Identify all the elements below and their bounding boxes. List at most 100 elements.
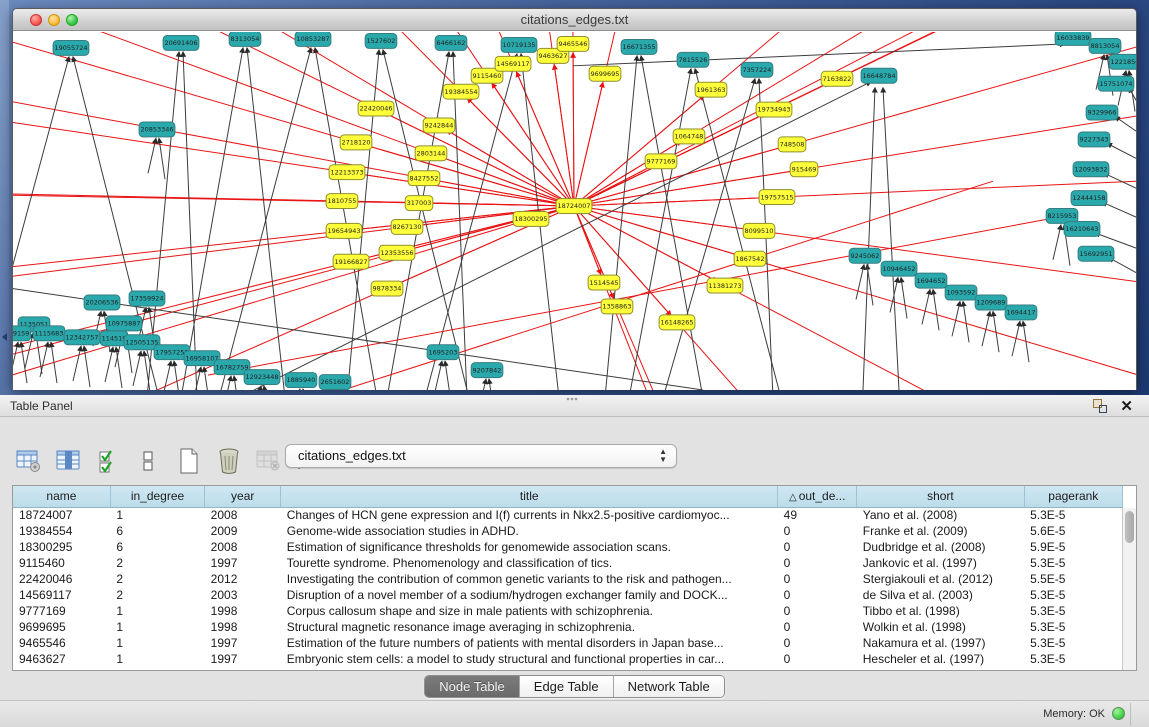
graph-node[interactable]: 9777169	[645, 154, 677, 169]
graph-node[interactable]: 16210643	[1064, 221, 1100, 236]
table-row[interactable]: 1830029562008Estimation of significance …	[13, 539, 1123, 555]
graph-node[interactable]: 9329966	[1086, 105, 1118, 120]
graph-node[interactable]: 10946452	[881, 261, 917, 276]
graph-node[interactable]: 16033839	[1055, 32, 1091, 45]
graph-node[interactable]: 12093832	[1073, 162, 1109, 177]
graph-node[interactable]: 915469	[790, 162, 818, 177]
scrollbar-thumb[interactable]	[1125, 511, 1134, 543]
graph-node[interactable]: 12218506	[1109, 54, 1136, 69]
citation-graph[interactable]: 1872400722420046271812012213373181075519…	[13, 32, 1136, 390]
graph-node[interactable]: 22420046	[358, 101, 394, 116]
table-row[interactable]: 911546021997Tourette syndrome. Phenomeno…	[13, 555, 1123, 571]
graph-node[interactable]: 12353556	[379, 245, 415, 260]
graph-node[interactable]: 18300295	[513, 211, 549, 226]
close-panel-icon[interactable]: ✕	[1120, 397, 1133, 415]
graph-node[interactable]: 8099510	[743, 223, 775, 238]
table-row[interactable]: 977716911998Corpus callosum shape and si…	[13, 603, 1123, 619]
graph-node[interactable]: 20853346	[139, 122, 175, 137]
tab-network-table[interactable]: Network Table	[614, 676, 724, 697]
graph-node[interactable]: 19384554	[443, 84, 479, 99]
create-column-button[interactable]	[174, 446, 204, 476]
graph-node[interactable]: 317003	[405, 196, 433, 211]
table-row[interactable]: 2242004622012Investigating the contribut…	[13, 571, 1123, 587]
graph-node[interactable]: 10853287	[295, 32, 331, 46]
graph-node[interactable]: 12444158	[1071, 191, 1107, 206]
graph-node[interactable]: 20206536	[84, 295, 120, 310]
graph-node[interactable]: 19757515	[759, 190, 795, 205]
graph-node[interactable]: 7357224	[741, 62, 773, 77]
graph-node[interactable]: 748508	[778, 137, 806, 152]
column-header-title[interactable]: title	[281, 486, 778, 507]
delete-table-button[interactable]	[254, 446, 284, 476]
graph-node[interactable]: 7815526	[677, 52, 709, 67]
graph-node[interactable]: 20691406	[163, 35, 199, 50]
graph-node[interactable]: 2803144	[415, 146, 447, 161]
table-row[interactable]: 946362711997Embryonic stem cells: a mode…	[13, 651, 1123, 667]
graph-node[interactable]: 1093592	[945, 285, 977, 300]
graph-node[interactable]: 8813054	[1089, 38, 1121, 53]
graph-node[interactable]: 17359924	[129, 291, 165, 306]
graph-node[interactable]: 16648784	[861, 68, 897, 83]
graph-node[interactable]: 2651602	[319, 375, 351, 390]
graph-node[interactable]: 19055724	[53, 40, 89, 55]
tab-node-table[interactable]: Node Table	[425, 676, 520, 697]
column-header-in_degree[interactable]: in_degree	[110, 486, 204, 507]
graph-node[interactable]: 8267130	[391, 219, 423, 234]
graph-node[interactable]: 9207842	[471, 363, 503, 378]
graph-node[interactable]: 1064748	[673, 129, 705, 144]
graph-node[interactable]: 14569117	[495, 56, 531, 71]
table-row[interactable]: 1938455462009Genome-wide association stu…	[13, 523, 1123, 539]
graph-node[interactable]: 10719135	[501, 37, 537, 52]
column-header-name[interactable]: name	[13, 486, 110, 507]
graph-node[interactable]: 1867542	[734, 251, 766, 266]
delete-column-button[interactable]	[214, 446, 244, 476]
graph-node[interactable]: 1961363	[695, 82, 727, 97]
graph-node[interactable]: 1358863	[601, 299, 633, 314]
graph-node[interactable]: 16671355	[621, 39, 657, 54]
graph-node[interactable]: 8313054	[229, 32, 261, 46]
panel-resize-handle[interactable]	[566, 397, 578, 401]
graph-node[interactable]: 9227343	[1078, 132, 1110, 147]
graph-node[interactable]: 6466162	[435, 35, 467, 50]
select-all-button[interactable]	[94, 446, 124, 476]
column-header-out_de[interactable]: △out_de...	[778, 486, 857, 507]
graph-node[interactable]: 1694652	[915, 273, 947, 288]
graph-node[interactable]: 1695203	[427, 345, 459, 360]
graph-node[interactable]: 15751074	[1098, 76, 1134, 91]
graph-node[interactable]: 39159	[13, 326, 31, 341]
graph-hub-node[interactable]: 18724007	[556, 199, 592, 214]
table-row[interactable]: 1456911722003Disruption of a novel membe…	[13, 587, 1123, 603]
show-columns-button[interactable]	[54, 446, 84, 476]
graph-node[interactable]: 15692951	[1078, 246, 1114, 261]
graph-node[interactable]: 1885940	[285, 373, 317, 388]
graph-node[interactable]: 19166827	[333, 254, 369, 269]
graph-node[interactable]: 19734943	[756, 102, 792, 117]
tab-edge-table[interactable]: Edge Table	[520, 676, 614, 697]
graph-node[interactable]: 1514545	[588, 275, 620, 290]
graph-node[interactable]: 12213373	[329, 165, 365, 180]
graph-node[interactable]: 2718120	[340, 135, 372, 150]
table-scrollbar[interactable]	[1122, 508, 1136, 671]
graph-node[interactable]: 9242844	[423, 118, 455, 133]
graph-node[interactable]: 19654943	[326, 223, 362, 238]
graph-node[interactable]: 8427552	[408, 171, 440, 186]
graph-node[interactable]: 12342757	[64, 330, 100, 345]
table-row[interactable]: 1872400712008Changes of HCN gene express…	[13, 507, 1123, 523]
graph-node[interactable]: 1694417	[1005, 305, 1037, 320]
table-selector-dropdown[interactable]: citations_edges.txt ▲▼	[285, 444, 677, 468]
column-header-short[interactable]: short	[857, 486, 1024, 507]
graph-node[interactable]: 9245062	[849, 248, 881, 263]
window-titlebar[interactable]: citations_edges.txt	[13, 9, 1136, 31]
graph-node[interactable]: 12923448	[244, 370, 280, 385]
graph-node[interactable]: 16148265	[659, 315, 695, 330]
graph-node[interactable]: 1115683	[33, 326, 65, 341]
memory-ok-icon[interactable]	[1112, 707, 1125, 720]
table-mode-button[interactable]	[14, 446, 44, 476]
graph-node[interactable]: 7163822	[821, 71, 853, 86]
left-panel-collapse-arrow-icon[interactable]	[2, 333, 7, 341]
network-canvas[interactable]: 1872400722420046271812012213373181075519…	[13, 32, 1136, 390]
graph-node[interactable]: 11381273	[707, 278, 743, 293]
column-header-year[interactable]: year	[205, 486, 281, 507]
clear-selection-button[interactable]	[134, 446, 164, 476]
graph-node[interactable]: 9699695	[589, 66, 621, 81]
